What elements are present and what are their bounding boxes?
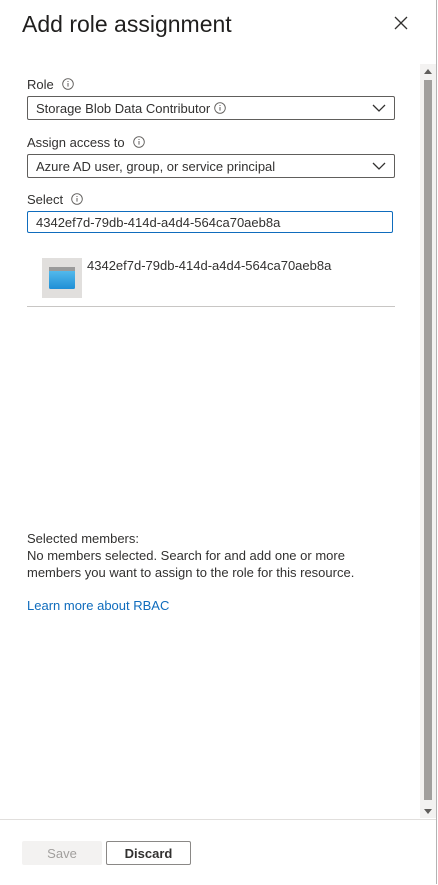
scroll-down-arrow-icon[interactable] [420, 804, 436, 818]
role-assignment-panel: Add role assignment Role Storage Blob Da… [0, 0, 437, 884]
page-title: Add role assignment [22, 11, 232, 37]
vertical-scrollbar[interactable] [420, 64, 436, 818]
chevron-down-icon [364, 162, 394, 170]
info-icon[interactable] [61, 78, 74, 90]
assign-access-dropdown[interactable]: Azure AD user, group, or service princip… [27, 154, 395, 178]
discard-button[interactable]: Discard [106, 841, 191, 865]
close-button[interactable] [388, 10, 414, 36]
search-result-item[interactable]: 4342ef7d-79db-414d-a4d4-564ca70aeb8a [27, 250, 395, 307]
role-value: Storage Blob Data Contributor [36, 100, 211, 116]
select-search-input[interactable] [27, 211, 393, 233]
form-content: Role Storage Blob Data Contributor Assig… [0, 60, 420, 818]
chevron-down-icon [364, 104, 394, 112]
role-label-row: Role [27, 75, 74, 93]
info-icon[interactable] [132, 136, 145, 148]
select-label-row: Select [27, 190, 83, 208]
close-icon [394, 16, 408, 30]
role-dropdown[interactable]: Storage Blob Data Contributor [27, 96, 395, 120]
app-registration-icon [42, 258, 82, 298]
select-label: Select [27, 191, 64, 207]
selected-members-section: Selected members: No members selected. S… [27, 530, 387, 581]
result-name: 4342ef7d-79db-414d-a4d4-564ca70aeb8a [87, 258, 332, 273]
role-value-wrap: Storage Blob Data Contributor [28, 101, 364, 116]
assign-access-label-row: Assign access to [27, 133, 145, 151]
save-button[interactable]: Save [22, 841, 102, 865]
assign-access-value: Azure AD user, group, or service princip… [36, 158, 276, 174]
panel-footer: Save Discard [0, 819, 436, 884]
selected-members-heading: Selected members: [27, 531, 139, 546]
scroll-thumb[interactable] [424, 80, 432, 800]
assign-access-label: Assign access to [27, 134, 125, 150]
info-icon[interactable] [71, 193, 83, 205]
role-info-icon[interactable] [214, 102, 226, 114]
role-label: Role [27, 76, 54, 92]
scroll-up-arrow-icon[interactable] [420, 64, 436, 78]
learn-more-rbac-link[interactable]: Learn more about RBAC [27, 598, 169, 613]
selected-members-empty-text: No members selected. Search for and add … [27, 548, 355, 580]
